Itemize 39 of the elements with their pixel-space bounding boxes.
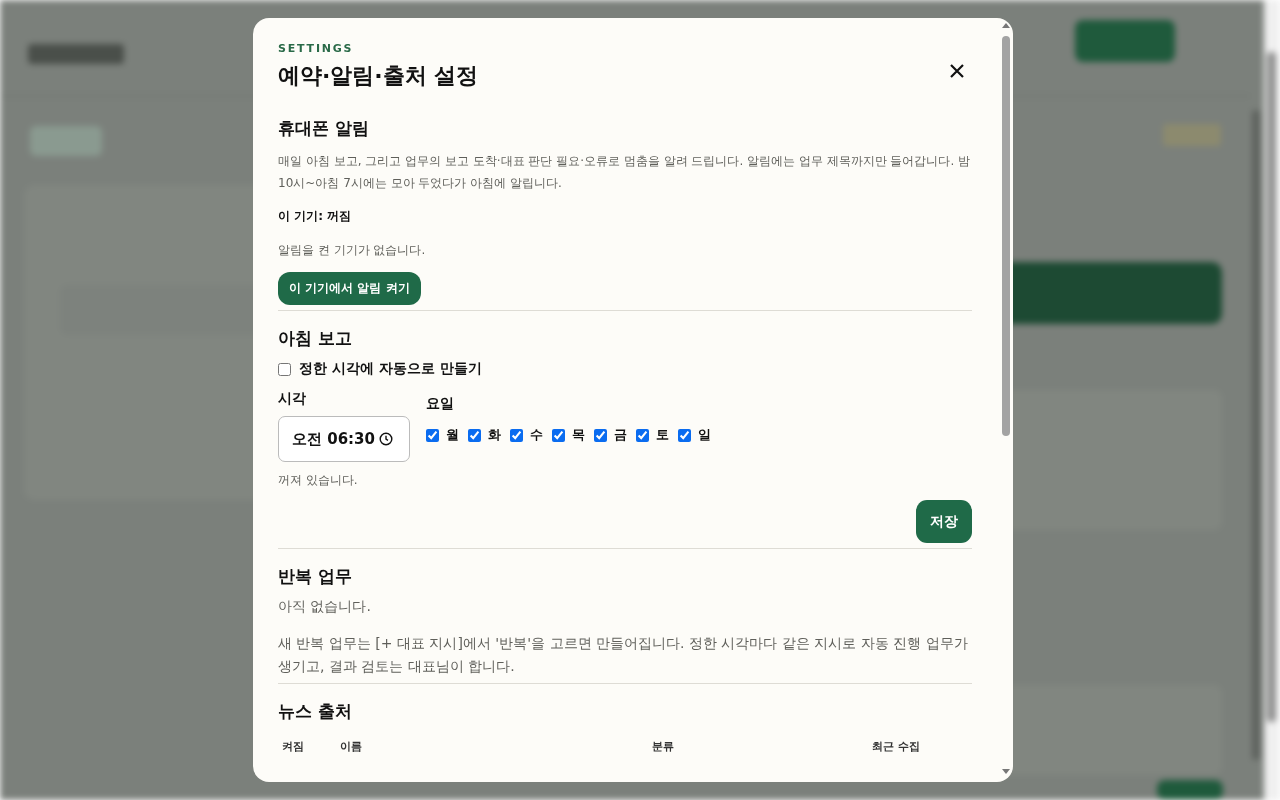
description-text: 새 반복 업무는 [+ 대표 지시]에서 '반복'을 고르면 만들어집니다. 정한 시각마다 같은 지시로 자동 진행 업무가 생기고, 결과 검토는 대표님이 합니다. bbox=[278, 634, 969, 676]
day-checkbox[interactable] bbox=[594, 428, 607, 442]
section-heading: 반복 업무 bbox=[278, 565, 353, 588]
no-devices-text: 알림을 켠 기기가 없습니다. bbox=[278, 242, 427, 259]
day-checkbox[interactable] bbox=[552, 428, 565, 442]
day-label: 금 bbox=[614, 426, 627, 444]
time-field[interactable]: 오전 06:30 bbox=[278, 416, 410, 462]
column-header: 이름 bbox=[340, 739, 362, 754]
clock-icon bbox=[379, 432, 393, 446]
day-label: 일 bbox=[698, 426, 711, 444]
day-label: 화 bbox=[488, 426, 501, 444]
day-checkbox[interactable] bbox=[426, 428, 439, 442]
column-header: 분류 bbox=[652, 739, 674, 754]
section-heading: 아침 보고 bbox=[278, 327, 353, 350]
column-header: 켜짐 bbox=[282, 739, 304, 754]
section-heading: 휴대폰 알림 bbox=[278, 117, 370, 140]
day-label: 수 bbox=[530, 426, 543, 444]
section-heading: 뉴스 출처 bbox=[278, 700, 353, 723]
field-label: 시각 bbox=[278, 390, 307, 408]
auto-create-checkbox[interactable] bbox=[278, 362, 291, 376]
device-status: 이 기기: 꺼짐 bbox=[278, 208, 353, 225]
field-label: 요일 bbox=[426, 395, 455, 413]
day-checkbox[interactable] bbox=[678, 428, 691, 442]
save-button[interactable]: 저장 bbox=[916, 500, 972, 543]
day-checkbox[interactable] bbox=[468, 428, 481, 442]
day-label: 목 bbox=[572, 426, 585, 444]
day-checkbox[interactable] bbox=[636, 428, 649, 442]
checkbox-label: 정한 시각에 자동으로 만들기 bbox=[299, 360, 482, 378]
day-label: 토 bbox=[656, 426, 669, 444]
day-label: 월 bbox=[446, 426, 459, 444]
dialog-eyebrow: SETTINGS bbox=[278, 42, 355, 55]
column-header: 최근 수집 bbox=[872, 739, 920, 754]
description-text: 매일 아침 보고, 그리고 업무의 보고 도착·대표 판단 필요·오류로 멈춤을 알려 드립니다. 알림에는 업무 제목까지만 들어갑니다. 밤 10시~아침 7시에는 모아 두었다가 아침에 알립니다. bbox=[278, 153, 972, 192]
enable-notifications-button[interactable]: 이 기기에서 알림 켜기 bbox=[278, 272, 421, 305]
dialog-title: 예약·알림·출처 설정 bbox=[278, 62, 479, 90]
day-checkbox[interactable] bbox=[510, 428, 523, 442]
empty-text: 아직 없습니다. bbox=[278, 598, 372, 616]
close-icon bbox=[950, 64, 964, 78]
status-text: 꺼져 있습니다. bbox=[278, 472, 359, 489]
